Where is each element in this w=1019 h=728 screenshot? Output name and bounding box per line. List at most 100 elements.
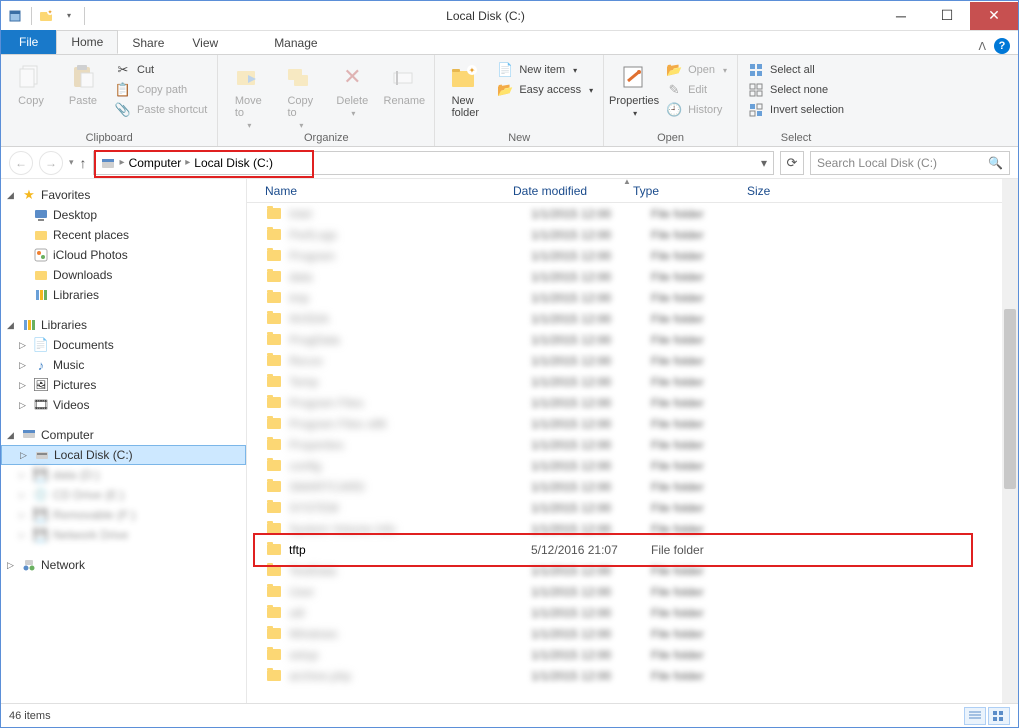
rename-button[interactable]: Rename <box>380 57 428 107</box>
up-button[interactable]: ↑ <box>80 155 87 171</box>
file-row-blurred[interactable]: User1/1/2015 12:00File folder <box>247 581 1018 602</box>
copy-to-button[interactable]: Copy to▾ <box>276 57 324 130</box>
tab-view[interactable]: View <box>178 32 232 54</box>
scrollbar-thumb[interactable] <box>1004 309 1016 489</box>
open-button[interactable]: 📂Open▾ <box>662 61 731 79</box>
paste-shortcut-button[interactable]: 📎Paste shortcut <box>111 101 211 119</box>
breadcrumb-computer[interactable]: Computer <box>129 156 182 170</box>
tab-manage[interactable]: Manage <box>260 32 331 54</box>
nav-recent-places[interactable]: Recent places <box>1 225 246 245</box>
file-list[interactable]: Intel1/1/2015 12:00File folderPerfLogs1/… <box>247 203 1018 703</box>
group-open: Properties▾ 📂Open▾ ✎Edit 🕘History Open <box>604 55 738 146</box>
close-button[interactable]: ✕ <box>970 2 1018 30</box>
maximize-button[interactable]: ☐ <box>924 2 970 30</box>
minimize-button[interactable]: ─ <box>878 2 924 30</box>
column-type[interactable]: Type <box>633 184 747 198</box>
file-row-blurred[interactable]: data1/1/2015 12:00File folder <box>247 266 1018 287</box>
nav-libraries[interactable]: ◢Libraries <box>1 315 246 335</box>
move-to-button[interactable]: Move to▾ <box>224 57 272 130</box>
nav-item-blurred[interactable]: ▷💾data (D:) <box>1 465 246 485</box>
details-view-button[interactable] <box>964 707 986 725</box>
nav-videos[interactable]: ▷🎞Videos <box>1 395 246 415</box>
vertical-scrollbar[interactable] <box>1002 179 1018 703</box>
file-row-blurred[interactable]: Properties1/1/2015 12:00File folder <box>247 434 1018 455</box>
search-placeholder: Search Local Disk (C:) <box>817 156 937 170</box>
file-row-blurred[interactable]: Program Files1/1/2015 12:00File folder <box>247 392 1018 413</box>
folder-icon <box>265 395 283 411</box>
tab-home[interactable]: Home <box>56 30 118 54</box>
file-row-blurred[interactable]: ProgData1/1/2015 12:00File folder <box>247 329 1018 350</box>
column-date-modified[interactable]: Date modified <box>513 184 633 198</box>
file-row-blurred[interactable]: Temp1/1/2015 12:00File folder <box>247 371 1018 392</box>
cut-button[interactable]: ✂Cut <box>111 61 211 79</box>
new-item-button[interactable]: 📄New item▾ <box>493 61 597 79</box>
properties-button[interactable]: Properties▾ <box>610 57 658 118</box>
new-folder-button[interactable]: ✦New folder <box>441 57 489 119</box>
nav-item-blurred[interactable]: ▷💾Removable (F:) <box>1 505 246 525</box>
copy-button[interactable]: Copy <box>7 57 55 107</box>
invert-selection-button[interactable]: Invert selection <box>744 101 848 119</box>
file-row-blurred[interactable]: Program1/1/2015 12:00File folder <box>247 245 1018 266</box>
nav-libraries-fav[interactable]: Libraries <box>1 285 246 305</box>
file-row-blurred[interactable]: config1/1/2015 12:00File folder <box>247 455 1018 476</box>
nav-desktop[interactable]: Desktop <box>1 205 246 225</box>
file-row-blurred[interactable]: Program Files x861/1/2015 12:00File fold… <box>247 413 1018 434</box>
nav-pictures[interactable]: ▷🖼Pictures <box>1 375 246 395</box>
recent-locations-dropdown[interactable]: ▾ <box>69 157 74 168</box>
file-row-tftp[interactable]: tftp5/12/2016 21:07File folder <box>247 539 1018 560</box>
column-size[interactable]: Size <box>747 184 827 198</box>
properties-qat-icon[interactable] <box>7 7 25 25</box>
file-row-blurred[interactable]: tmp1/1/2015 12:00File folder <box>247 287 1018 308</box>
tab-file[interactable]: File <box>1 30 56 54</box>
nav-favorites[interactable]: ◢★Favorites <box>1 185 246 205</box>
file-row-blurred[interactable]: SYSTEM1/1/2015 12:00File folder <box>247 497 1018 518</box>
copy-path-button[interactable]: 📋Copy path <box>111 81 211 99</box>
file-row-blurred[interactable]: util1/1/2015 12:00File folder <box>247 602 1018 623</box>
breadcrumb-local-disk[interactable]: Local Disk (C:) <box>194 156 273 170</box>
nav-computer[interactable]: ◢Computer <box>1 425 246 445</box>
search-box[interactable]: Search Local Disk (C:) 🔍 <box>810 151 1010 175</box>
new-folder-qat-icon[interactable]: ✦ <box>38 7 56 25</box>
address-bar[interactable]: ▸ Computer ▸ Local Disk (C:) ▾ <box>93 151 774 175</box>
file-row-blurred[interactable]: archive.php1/1/2015 12:00File folder <box>247 665 1018 686</box>
file-row-blurred[interactable]: PerfLogs1/1/2015 12:00File folder <box>247 224 1018 245</box>
edit-button[interactable]: ✎Edit <box>662 81 731 99</box>
nav-downloads[interactable]: Downloads <box>1 265 246 285</box>
qat-dropdown-icon[interactable]: ▾ <box>60 7 78 25</box>
file-row-blurred[interactable]: NVIDIA1/1/2015 12:00File folder <box>247 308 1018 329</box>
tab-share[interactable]: Share <box>118 32 178 54</box>
file-row-blurred[interactable]: Windows1/1/2015 12:00File folder <box>247 623 1018 644</box>
paste-button[interactable]: Paste <box>59 57 107 107</box>
nav-local-disk-c[interactable]: ▷Local Disk (C:) <box>1 445 246 465</box>
file-row-blurred[interactable]: Recov1/1/2015 12:00File folder <box>247 350 1018 371</box>
forward-button[interactable]: → <box>39 151 63 175</box>
file-row-blurred[interactable]: Intel1/1/2015 12:00File folder <box>247 203 1018 224</box>
nav-music[interactable]: ▷♪Music <box>1 355 246 375</box>
nav-network[interactable]: ▷Network <box>1 555 246 575</box>
rename-icon <box>388 61 420 93</box>
back-button[interactable]: ← <box>9 151 33 175</box>
refresh-button[interactable]: ⟳ <box>780 151 804 175</box>
history-button[interactable]: 🕘History <box>662 101 731 119</box>
copy-icon <box>15 61 47 93</box>
nav-icloud-photos[interactable]: iCloud Photos <box>1 245 246 265</box>
easy-access-button[interactable]: 📂Easy access▾ <box>493 81 597 99</box>
column-name[interactable]: Name <box>265 184 513 198</box>
file-row-blurred[interactable]: TestData1/1/2015 12:00File folder <box>247 560 1018 581</box>
file-row-blurred[interactable]: SMARTCARD1/1/2015 12:00File folder <box>247 476 1018 497</box>
icons-view-button[interactable] <box>988 707 1010 725</box>
nav-documents[interactable]: ▷📄Documents <box>1 335 246 355</box>
breadcrumb-root-icon[interactable] <box>100 155 116 171</box>
nav-item-blurred[interactable]: ▷💾Network Drive <box>1 525 246 545</box>
select-all-button[interactable]: Select all <box>744 61 848 79</box>
nav-item-blurred[interactable]: ▷💿CD Drive (E:) <box>1 485 246 505</box>
address-dropdown-icon[interactable]: ▾ <box>761 156 767 170</box>
copy-path-icon: 📋 <box>115 82 131 98</box>
libraries-icon <box>33 287 49 303</box>
file-row-blurred[interactable]: System Volume Info1/1/2015 12:00File fol… <box>247 518 1018 539</box>
file-row-blurred[interactable]: setup1/1/2015 12:00File folder <box>247 644 1018 665</box>
collapse-ribbon-icon[interactable]: ᐱ <box>978 40 986 53</box>
delete-button[interactable]: ✕Delete▾ <box>328 57 376 118</box>
help-icon[interactable]: ? <box>994 38 1010 54</box>
select-none-button[interactable]: Select none <box>744 81 848 99</box>
